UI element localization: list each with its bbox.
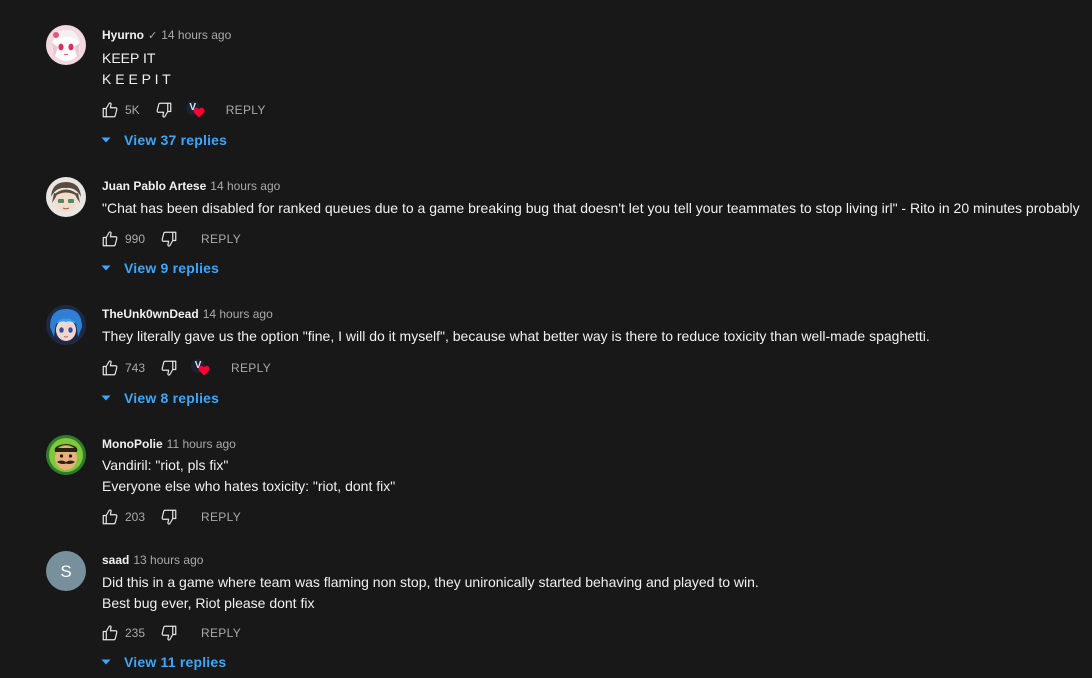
heart-icon: [193, 107, 205, 118]
comment-actions: 203 REPLY: [100, 505, 241, 529]
comment-header: MonoPolie 11 hours ago: [102, 436, 236, 452]
view-replies-button[interactable]: View 37 replies: [100, 129, 227, 151]
author-name[interactable]: Hyurno: [102, 28, 144, 42]
like-count: 990: [125, 232, 146, 246]
view-replies-button[interactable]: View 8 replies: [100, 387, 219, 409]
view-replies-label: View 37 replies: [124, 132, 228, 148]
comment-actions: 5K V REPLY: [100, 98, 266, 122]
thumbs-down-icon: [156, 102, 172, 118]
comment-line: K E E P I T: [102, 71, 171, 87]
thumbs-up-icon: [102, 625, 118, 641]
comment-line: Everyone else who hates toxicity: "riot,…: [102, 478, 396, 494]
mustache-man-avatar-icon: [46, 435, 86, 475]
caret-down-icon: [100, 656, 112, 668]
comment-line: Did this in a game where team was flamin…: [102, 574, 759, 590]
view-replies-label: View 11 replies: [124, 654, 227, 670]
view-replies-button[interactable]: View 11 replies: [100, 651, 226, 673]
caret-down-icon: [100, 134, 112, 146]
thumbs-down-icon: [161, 509, 177, 525]
like-count: 5K: [125, 103, 140, 117]
comment-header: Hyurno ✓ 14 hours ago: [102, 27, 231, 44]
thumbs-up-icon: [102, 509, 118, 525]
creator-heart-badge: V: [184, 100, 206, 120]
thumbs-down-icon: [161, 625, 177, 641]
avatar[interactable]: [46, 177, 86, 217]
like-count: 203: [125, 510, 146, 524]
author-name[interactable]: Juan Pablo Artese: [102, 179, 206, 193]
comment-line: Best bug ever, Riot please dont fix: [102, 595, 315, 611]
dislike-button[interactable]: [159, 229, 179, 249]
comment-header: Juan Pablo Artese 14 hours ago: [102, 178, 280, 194]
comment-line: Vandiril: "riot, pls fix": [102, 457, 229, 473]
timestamp[interactable]: 13 hours ago: [133, 553, 203, 567]
comment-text: "Chat has been disabled for ranked queue…: [102, 198, 1080, 219]
view-replies-label: View 8 replies: [124, 390, 220, 406]
comment-line: They literally gave us the option "fine,…: [102, 328, 930, 344]
reply-button[interactable]: REPLY: [201, 232, 241, 246]
avatar[interactable]: [46, 25, 86, 65]
avatar-letter: S: [60, 562, 71, 581]
comment-actions: 235 REPLY: [100, 621, 241, 645]
like-count: 743: [125, 361, 146, 375]
dislike-button[interactable]: [154, 100, 174, 120]
heart-icon: [198, 365, 210, 376]
dislike-button[interactable]: [159, 358, 179, 378]
timestamp[interactable]: 14 hours ago: [161, 28, 231, 42]
thumbs-down-icon: [161, 360, 177, 376]
comment-line: KEEP IT: [102, 50, 156, 66]
comment-text: They literally gave us the option "fine,…: [102, 326, 930, 347]
reply-button[interactable]: REPLY: [231, 361, 271, 375]
anime-boy-avatar-icon: [46, 177, 86, 217]
timestamp[interactable]: 14 hours ago: [203, 307, 273, 321]
dislike-button[interactable]: [159, 507, 179, 527]
like-button[interactable]: [100, 623, 120, 643]
comment-header: TheUnk0wnDead 14 hours ago: [102, 306, 273, 322]
reply-button[interactable]: REPLY: [201, 626, 241, 640]
creator-heart-badge: V: [189, 358, 211, 378]
avatar[interactable]: S: [46, 551, 86, 591]
timestamp[interactable]: 11 hours ago: [167, 437, 236, 451]
comment-header: saad 13 hours ago: [102, 552, 203, 568]
reply-button[interactable]: REPLY: [201, 510, 241, 524]
author-name[interactable]: MonoPolie: [102, 437, 163, 451]
author-name[interactable]: TheUnk0wnDead: [102, 307, 199, 321]
blue-hair-avatar-icon: [46, 305, 86, 345]
thumbs-up-icon: [102, 231, 118, 247]
author-name[interactable]: saad: [102, 553, 129, 567]
view-replies-button[interactable]: View 9 replies: [100, 257, 219, 279]
thumbs-up-icon: [102, 102, 118, 118]
like-button[interactable]: [100, 229, 120, 249]
comment-text: Vandiril: "riot, pls fix" Everyone else …: [102, 455, 395, 497]
view-replies-label: View 9 replies: [124, 260, 220, 276]
like-count: 235: [125, 626, 146, 640]
reply-button[interactable]: REPLY: [226, 103, 266, 117]
comment-actions: 743 V REPLY: [100, 356, 271, 380]
like-button[interactable]: [100, 507, 120, 527]
letter-avatar-icon: S: [46, 551, 86, 591]
caret-down-icon: [100, 262, 112, 274]
comment-actions: 990 REPLY: [100, 227, 241, 251]
caret-down-icon: [100, 392, 112, 404]
dislike-button[interactable]: [159, 623, 179, 643]
verified-check-icon: ✓: [148, 30, 158, 42]
like-button[interactable]: [100, 100, 120, 120]
timestamp[interactable]: 14 hours ago: [210, 179, 280, 193]
comment-text: Did this in a game where team was flamin…: [102, 572, 759, 614]
comment-text: KEEP IT K E E P I T: [102, 48, 171, 90]
avatar[interactable]: [46, 305, 86, 345]
thumbs-up-icon: [102, 360, 118, 376]
avatar[interactable]: [46, 435, 86, 475]
thumbs-down-icon: [161, 231, 177, 247]
like-button[interactable]: [100, 358, 120, 378]
comment-line: "Chat has been disabled for ranked queue…: [102, 200, 1080, 216]
anime-girl-avatar-icon: [46, 25, 86, 65]
